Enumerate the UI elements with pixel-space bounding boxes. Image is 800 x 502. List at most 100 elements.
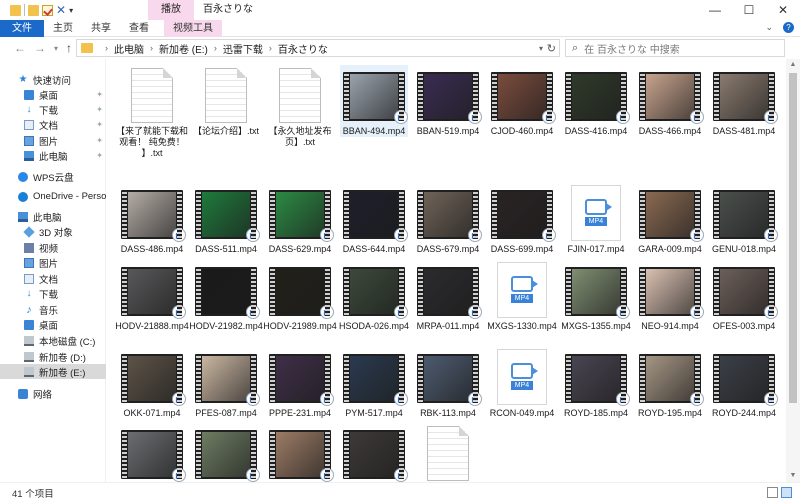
file-item[interactable]: ▶ CJOD-460.mp4	[488, 65, 556, 137]
file-item[interactable]: ▶ ROYD-185.mp4	[562, 347, 630, 419]
delete-icon[interactable]: ✕	[56, 4, 66, 16]
expand-ribbon-chevron-icon[interactable]: ⌄	[765, 22, 773, 33]
sidebar-item[interactable]: 此电脑	[0, 209, 106, 224]
file-item[interactable]: ▶ DASS-416.mp4	[562, 65, 630, 137]
chevron-right-icon[interactable]: ›	[150, 43, 153, 53]
breadcrumb-downloads[interactable]: 迅雷下载	[223, 41, 263, 56]
file-item[interactable]: 【论坛介绍】.txt	[192, 65, 260, 137]
sidebar-item[interactable]: 本地磁盘 (C:)	[0, 333, 106, 348]
file-item[interactable]: ▶ MRPA-011.mp4	[414, 260, 482, 332]
file-item[interactable]: ▶ BBAN-519.mp4	[414, 65, 482, 137]
help-icon[interactable]: ?	[783, 22, 794, 33]
sidebar-item[interactable]: OneDrive - Persona	[0, 189, 106, 204]
tab-view[interactable]: 查看	[120, 20, 158, 37]
file-item[interactable]: 【来了就能下载和观看！ 纯免费！ 】.txt	[116, 65, 188, 159]
sidebar-item[interactable]: 3D 对象	[0, 224, 106, 239]
file-item[interactable]: ▶ DASS-511.mp4	[192, 183, 260, 255]
pin-icon[interactable]: ✦	[96, 90, 103, 99]
file-item[interactable]: ▶ HODV-21989.mp4	[263, 260, 337, 332]
sidebar-item[interactable]: ↓ 下载	[0, 286, 106, 301]
file-item[interactable]: ▶ DASS-629.mp4	[266, 183, 334, 255]
sidebar-item[interactable]: WPS云盘	[0, 169, 106, 184]
sidebar-item[interactable]: ★ 快速访问	[0, 72, 106, 87]
file-item[interactable]: ▶ PYM-517.mp4	[340, 347, 408, 419]
file-item[interactable]: MP4 FJIN-017.mp4	[562, 183, 630, 255]
chevron-right-icon[interactable]: ›	[214, 43, 217, 53]
large-icons-view-icon[interactable]	[781, 487, 792, 498]
scroll-down-arrow-icon[interactable]: ▼	[786, 470, 800, 482]
search-input[interactable]: 在 百永さりな 中搜索	[584, 41, 680, 56]
details-view-icon[interactable]	[767, 487, 778, 498]
pin-icon[interactable]: ✦	[96, 120, 103, 129]
file-item[interactable]: ▶ OFES-003.mp4	[710, 260, 778, 332]
file-item[interactable]: ▶SIGL-009.mp4	[340, 423, 408, 482]
close-button[interactable]: ✕	[766, 0, 800, 20]
new-folder-icon[interactable]	[28, 4, 39, 16]
sidebar-item[interactable]: 网络	[0, 386, 106, 401]
play-context-tab[interactable]: 播放	[148, 0, 194, 20]
file-item[interactable]: ▶ NEO-914.mp4	[636, 260, 704, 332]
customize-toolbar-chevron-icon[interactable]: ▾	[69, 6, 73, 15]
file-item[interactable]: ▶SAN-285.mp4	[266, 423, 334, 482]
breadcrumb-current-folder[interactable]: 百永さりな	[278, 41, 328, 56]
address-bar[interactable]: › 此电脑 › 新加卷 (E:) › 迅雷下载 › 百永さりな ▾ ↻	[76, 39, 560, 57]
file-item[interactable]: ▶ DASS-466.mp4	[636, 65, 704, 137]
vertical-scrollbar[interactable]: ▲ ▼	[786, 59, 800, 482]
pin-icon[interactable]: ✦	[96, 136, 103, 145]
sidebar-item[interactable]: 文档	[0, 271, 106, 286]
scrollbar-thumb[interactable]	[789, 73, 797, 403]
file-item[interactable]: MP4 MXGS-1330.mp4	[487, 260, 557, 332]
tab-share[interactable]: 共享	[82, 20, 120, 37]
file-item[interactable]: ▶ROYD-248.mp4	[118, 423, 186, 482]
file-item[interactable]: ▶ BBAN-494.mp4	[340, 65, 408, 137]
file-item[interactable]: ▶ PFES-087.mp4	[192, 347, 260, 419]
sidebar-item[interactable]: 视频	[0, 240, 106, 255]
minimize-button[interactable]: —	[698, 0, 732, 20]
file-item[interactable]: ▶ OKK-071.mp4	[118, 347, 186, 419]
forward-arrow-icon[interactable]: →	[34, 41, 46, 55]
file-item[interactable]: ▶ HSODA-026.mp4	[339, 260, 409, 332]
tab-video-tools[interactable]: 视频工具	[164, 19, 222, 37]
sidebar-item[interactable]: ♪ 音乐	[0, 302, 106, 317]
pin-icon[interactable]: ✦	[96, 151, 103, 160]
file-item[interactable]: 【永久地址发布页】.txt	[266, 65, 334, 148]
file-item[interactable]: ▶ ROYD-244.mp4	[710, 347, 778, 419]
file-item[interactable]: ▶ HODV-21982.mp4	[189, 260, 263, 332]
tab-file[interactable]: 文件	[0, 19, 44, 37]
properties-icon[interactable]	[42, 4, 53, 16]
file-item[interactable]: ▶ PPPE-231.mp4	[266, 347, 334, 419]
sidebar-item[interactable]: 文档 ✦	[0, 117, 106, 132]
file-item[interactable]: ▶ DASS-644.mp4	[340, 183, 408, 255]
recent-locations-chevron-icon[interactable]: ▾	[54, 44, 58, 53]
file-item[interactable]: ▶ MXGS-1355.mp4	[561, 260, 631, 332]
sidebar-item[interactable]: 新加卷 (D:)	[0, 349, 106, 364]
sidebar-item[interactable]: 图片 ✦	[0, 133, 106, 148]
up-arrow-icon[interactable]: ↑	[66, 41, 72, 55]
back-arrow-icon[interactable]: ←	[14, 41, 26, 55]
refresh-icon[interactable]: ↻	[547, 42, 556, 55]
file-item[interactable]: MP4 RCON-049.mp4	[488, 347, 556, 419]
sidebar-item[interactable]: 新加卷 (E:)	[0, 364, 106, 379]
file-item[interactable]: ▶ DASS-481.mp4	[710, 65, 778, 137]
pin-icon[interactable]: ✦	[96, 105, 103, 114]
scroll-up-arrow-icon[interactable]: ▲	[786, 59, 800, 71]
file-item[interactable]: ▶ GENU-018.mp4	[710, 183, 778, 255]
address-history-chevron-icon[interactable]: ▾	[539, 44, 543, 53]
file-item[interactable]: ▶ DASS-679.mp4	[414, 183, 482, 255]
file-item[interactable]: ▶ ROYD-195.mp4	[636, 347, 704, 419]
file-item[interactable]: ▶ GARA-009.mp4	[636, 183, 704, 255]
search-box[interactable]: ⌕ 在 百永さりな 中搜索	[565, 39, 785, 57]
sidebar-item[interactable]: 此电脑 ✦	[0, 148, 106, 163]
sidebar-item[interactable]: 桌面 ✦	[0, 87, 106, 102]
maximize-button[interactable]: ☐	[732, 0, 766, 20]
file-item[interactable]: ▶ DASS-699.mp4	[488, 183, 556, 255]
sidebar-item[interactable]: 桌面	[0, 317, 106, 332]
file-item[interactable]: ▶ RBK-113.mp4	[414, 347, 482, 419]
breadcrumb-this-pc[interactable]: 此电脑	[114, 41, 144, 56]
file-item[interactable]: ▶ HODV-21888.mp4	[115, 260, 189, 332]
file-item[interactable]: ▶ROYD-257.mp4	[192, 423, 260, 482]
sidebar-item[interactable]: 图片	[0, 255, 106, 270]
chevron-right-icon[interactable]: ›	[269, 43, 272, 53]
tab-home[interactable]: 主页	[44, 20, 82, 37]
file-item[interactable]: ▶ DASS-486.mp4	[118, 183, 186, 255]
